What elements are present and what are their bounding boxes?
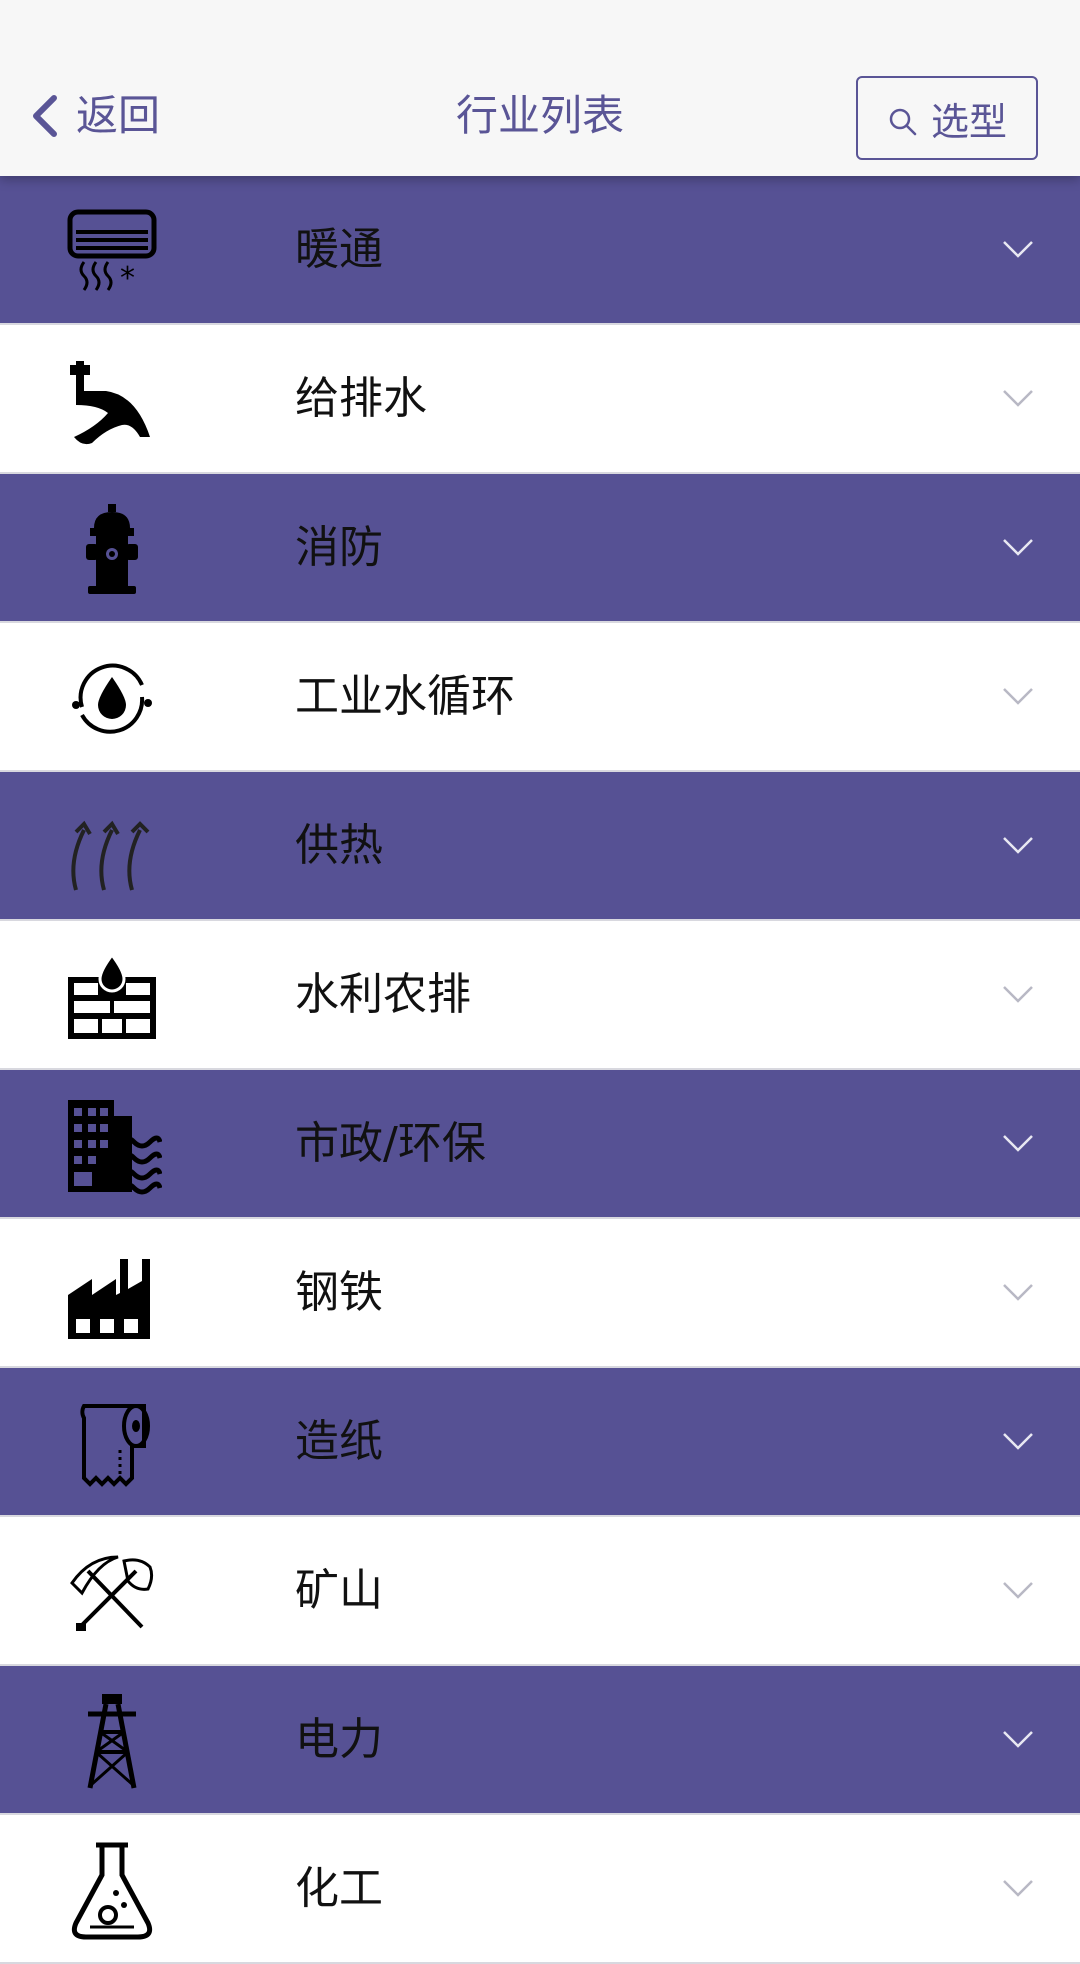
chevron-down-icon <box>1000 977 1036 1013</box>
industry-label: 给排水 <box>295 372 427 424</box>
industry-row-municipal[interactable]: 市政/环保 <box>0 1070 1080 1219</box>
industry-label: 暖通 <box>295 223 383 275</box>
industry-label: 电力 <box>295 1713 383 1765</box>
chevron-down-icon <box>1000 381 1036 417</box>
flask-icon <box>62 1841 162 1941</box>
industry-row-hvac[interactable]: * 暖通 <box>0 176 1080 325</box>
industry-label: 供热 <box>295 819 383 871</box>
chevron-down-icon <box>1000 530 1036 566</box>
industry-row-heating[interactable]: 供热 <box>0 772 1080 921</box>
pickaxe-shovel-icon <box>62 1543 162 1643</box>
industry-row-steel[interactable]: 钢铁 <box>0 1219 1080 1368</box>
industry-row-water-supply[interactable]: 给排水 <box>0 325 1080 474</box>
industry-label: 造纸 <box>295 1415 383 1467</box>
chevron-down-icon <box>1000 1275 1036 1311</box>
air-conditioner-icon: * <box>62 202 162 302</box>
search-icon <box>889 108 917 136</box>
header: 返回 行业列表 选型 <box>0 0 1080 176</box>
factory-icon <box>62 1245 162 1345</box>
industry-label: 化工 <box>295 1862 383 1914</box>
industry-label: 消防 <box>295 521 383 573</box>
chevron-down-icon <box>1000 1126 1036 1162</box>
select-label: 选型 <box>930 99 1007 144</box>
industry-label: 市政/环保 <box>295 1117 486 1169</box>
svg-text:*: * <box>120 261 135 296</box>
industry-row-industrial-water[interactable]: 工业水循环 <box>0 623 1080 772</box>
paper-roll-icon <box>62 1394 162 1494</box>
industry-label: 水利农排 <box>295 968 471 1020</box>
fire-hydrant-icon <box>62 500 162 600</box>
water-cycle-icon <box>62 649 162 749</box>
chevron-down-icon <box>1000 679 1036 715</box>
heat-arrows-icon <box>62 798 162 898</box>
chevron-down-icon <box>1000 1573 1036 1609</box>
industry-row-fire[interactable]: 消防 <box>0 474 1080 623</box>
industry-label: 矿山 <box>295 1564 383 1616</box>
industry-row-chemical[interactable]: 化工 <box>0 1815 1080 1964</box>
chevron-down-icon <box>1000 1722 1036 1758</box>
industry-row-paper[interactable]: 造纸 <box>0 1368 1080 1517</box>
power-tower-icon <box>62 1692 162 1792</box>
industry-label: 工业水循环 <box>295 670 515 722</box>
industry-list: * 暖通 给排水 消防 工业水循环 供热 水利农排 市政/环保 钢铁 造纸 矿山… <box>0 176 1080 1964</box>
building-waves-icon <box>62 1096 162 1196</box>
faucet-icon <box>62 351 162 451</box>
industry-row-irrigation[interactable]: 水利农排 <box>0 921 1080 1070</box>
chevron-down-icon <box>1000 1424 1036 1460</box>
water-wall-icon <box>62 947 162 1047</box>
chevron-down-icon <box>1000 828 1036 864</box>
select-button[interactable]: 选型 <box>856 76 1038 160</box>
industry-row-mining[interactable]: 矿山 <box>0 1517 1080 1666</box>
chevron-down-icon <box>1000 1871 1036 1907</box>
chevron-down-icon <box>1000 232 1036 268</box>
industry-label: 钢铁 <box>295 1266 383 1318</box>
industry-row-power[interactable]: 电力 <box>0 1666 1080 1815</box>
